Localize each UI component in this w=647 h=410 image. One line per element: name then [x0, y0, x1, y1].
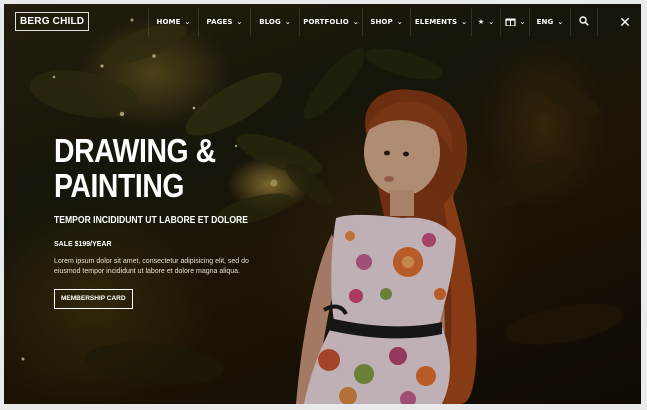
hero-title-line: PAINTING	[54, 167, 185, 204]
nav-item-elements[interactable]: ELEMENTS ⌄	[410, 8, 471, 36]
chevron-down-icon: ⌄	[284, 18, 291, 26]
nav-item-pages[interactable]: PAGES ⌄	[198, 8, 250, 36]
chevron-down-icon: ⌄	[396, 18, 403, 26]
nav-item-label: ELEMENTS	[414, 18, 458, 26]
search-button[interactable]	[570, 8, 598, 36]
nav-item-home[interactable]: HOME ⌄	[148, 8, 198, 36]
star-icon: ★	[477, 18, 485, 26]
star-menu-button[interactable]: ★ ⌄	[471, 8, 500, 36]
hero-slider: BERG CHILD HOME ⌄ PAGES ⌄ BLOG ⌄ PORTFOLIO ⌄…	[4, 4, 641, 404]
chevron-down-icon: ⌄	[352, 18, 359, 26]
nav-item-label: SHOP	[370, 18, 393, 26]
site-logo[interactable]: BERG CHILD	[15, 12, 90, 31]
hero-title: DRAWING & PAINTING	[54, 133, 260, 203]
membership-card-button[interactable]: MEMBERSHIP CARD	[54, 289, 133, 309]
main-menu: HOME ⌄ PAGES ⌄ BLOG ⌄ PORTFOLIO ⌄ SHOP ⌄ ELEM…	[148, 8, 598, 36]
chevron-down-icon: ⌄	[461, 18, 468, 26]
nav-item-label: PORTFOLIO	[303, 18, 349, 26]
close-icon: ✕	[619, 14, 631, 30]
hero-description: Lorem ipsum dolor sit amet, consectetur …	[54, 258, 249, 275]
nav-item-label: BLOG	[259, 18, 281, 26]
hero-subtitle: TEMPOR INCIDIDUNT UT LABORE ET DOLORE	[54, 215, 248, 226]
gift-icon	[504, 16, 516, 28]
chevron-down-icon: ⌄	[519, 18, 526, 26]
chevron-down-icon: ⌄	[488, 18, 495, 26]
language-label: ENG	[536, 18, 554, 26]
background-photo	[4, 4, 641, 404]
top-navbar: BERG CHILD HOME ⌄ PAGES ⌄ BLOG ⌄ PORTFOLIO ⌄…	[4, 4, 641, 40]
hero-title-line: DRAWING &	[54, 132, 216, 169]
chevron-down-icon: ⌄	[236, 18, 243, 26]
close-button[interactable]: ✕	[614, 11, 636, 33]
language-selector[interactable]: ENG ⌄	[529, 8, 570, 36]
nav-item-blog[interactable]: BLOG ⌄	[250, 8, 299, 36]
chevron-down-icon: ⌄	[184, 18, 191, 26]
nav-item-shop[interactable]: SHOP ⌄	[362, 8, 410, 36]
search-icon	[579, 16, 589, 28]
nav-item-portfolio[interactable]: PORTFOLIO ⌄	[299, 8, 362, 36]
nav-item-label: HOME	[156, 18, 181, 26]
chevron-down-icon: ⌄	[557, 18, 564, 26]
sale-price: SALE $199/YEAR	[54, 241, 112, 248]
gift-menu-button[interactable]: ⌄	[500, 8, 529, 36]
nav-item-label: PAGES	[206, 18, 233, 26]
